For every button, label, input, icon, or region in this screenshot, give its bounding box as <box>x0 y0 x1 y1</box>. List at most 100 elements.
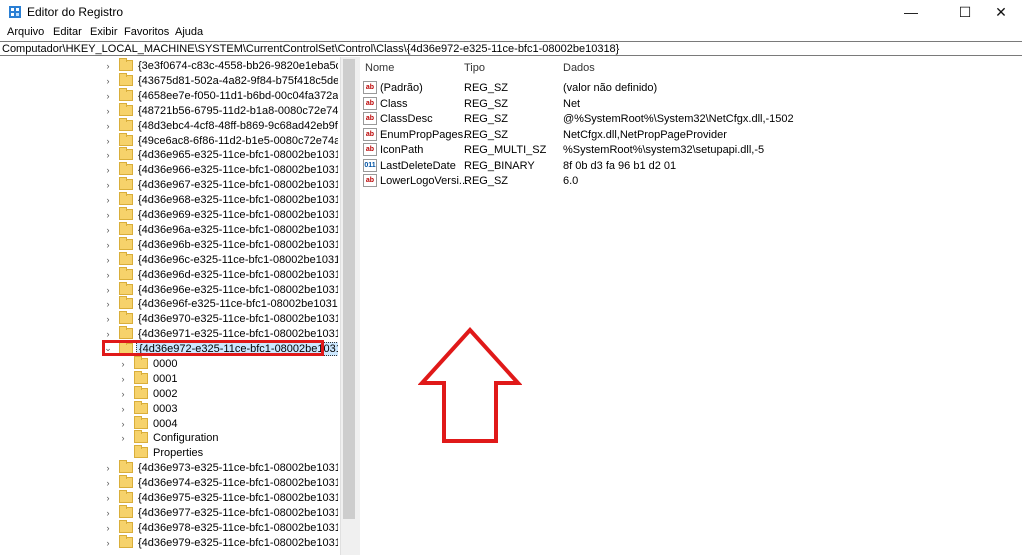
value-name[interactable]: ab LowerLogoVersi... <box>363 173 468 188</box>
tree-item-subkey[interactable]: › 0000 <box>118 356 179 371</box>
tree-item-key[interactable]: › {4d36e977-e325-11ce-bfc1-08002be10318} <box>103 505 338 520</box>
folder-icon <box>119 73 133 86</box>
expand-chevron-icon[interactable]: › <box>118 389 128 399</box>
menu-exibir[interactable]: Exibir <box>90 26 118 38</box>
tree-item-key[interactable]: › {4d36e966-e325-11ce-bfc1-08002be10318} <box>103 162 338 177</box>
expand-chevron-icon[interactable]: › <box>103 210 113 220</box>
tree-item-key[interactable]: › {4d36e975-e325-11ce-bfc1-08002be10318} <box>103 490 338 505</box>
expand-chevron-icon[interactable]: › <box>103 180 113 190</box>
minimize-button[interactable]: — <box>888 0 934 24</box>
value-name[interactable]: ab IconPath <box>363 142 423 157</box>
tree-item-key[interactable]: › {48d3ebc4-4cf8-48ff-b869-9c68ad42eb9f} <box>103 118 338 133</box>
value-name[interactable]: 011 LastDeleteDate <box>363 158 456 173</box>
value-data[interactable]: 6.0 <box>563 173 578 188</box>
column-header-type[interactable]: Tipo <box>464 62 485 74</box>
tree-item-subkey[interactable]: › 0001 <box>118 371 179 386</box>
expand-chevron-icon[interactable]: › <box>103 106 113 116</box>
tree-item-subkey[interactable]: › Configuration <box>118 430 220 445</box>
value-data[interactable]: NetCfgx.dll,NetPropPageProvider <box>563 127 727 142</box>
tree-item-key[interactable]: › {49ce6ac8-6f86-11d2-b1e5-0080c72e74a2} <box>103 133 338 148</box>
tree-scrollbar[interactable] <box>340 57 358 555</box>
value-name[interactable]: ab EnumPropPages... <box>363 127 472 142</box>
tree-item-key[interactable]: › {4d36e96e-e325-11ce-bfc1-08002be10318} <box>103 282 338 297</box>
value-type[interactable]: REG_SZ <box>464 173 508 188</box>
expand-chevron-icon[interactable]: › <box>103 136 113 146</box>
tree-item-key[interactable]: › {48721b56-6795-11d2-b1a8-0080c72e74a2} <box>103 103 338 118</box>
tree-item-key[interactable]: › {4d36e973-e325-11ce-bfc1-08002be10318} <box>103 460 338 475</box>
tree-item-key[interactable]: › {4d36e971-e325-11ce-bfc1-08002be10318} <box>103 326 338 341</box>
expand-chevron-icon[interactable]: › <box>103 255 113 265</box>
expand-chevron-icon[interactable]: › <box>103 121 113 131</box>
expand-chevron-icon[interactable]: › <box>103 285 113 295</box>
value-data[interactable]: %SystemRoot%\system32\setupapi.dll,-5 <box>563 142 764 157</box>
tree-item-key[interactable]: › {43675d81-502a-4a82-9f84-b75f418c5dea} <box>103 73 338 88</box>
value-type[interactable]: REG_MULTI_SZ <box>464 142 546 157</box>
tree-item-key[interactable]: › {4d36e967-e325-11ce-bfc1-08002be10318} <box>103 177 338 192</box>
expand-chevron-icon[interactable]: › <box>103 478 113 488</box>
expand-chevron-icon[interactable]: › <box>103 76 113 86</box>
expand-chevron-icon[interactable]: › <box>103 314 113 324</box>
tree-item-key[interactable]: › {4d36e968-e325-11ce-bfc1-08002be10318} <box>103 192 338 207</box>
expand-chevron-icon[interactable]: › <box>103 61 113 71</box>
expand-chevron-icon[interactable]: › <box>103 523 113 533</box>
expand-chevron-icon[interactable]: › <box>103 463 113 473</box>
expand-chevron-icon[interactable]: › <box>103 538 113 548</box>
tree-scrollbar-thumb[interactable] <box>343 59 355 519</box>
tree-item-key[interactable]: › {4d36e970-e325-11ce-bfc1-08002be10318} <box>103 311 338 326</box>
expand-chevron-icon[interactable]: › <box>103 195 113 205</box>
value-type[interactable]: REG_SZ <box>464 111 508 126</box>
expand-chevron-icon[interactable]: › <box>103 329 113 339</box>
value-name[interactable]: ab Class <box>363 96 408 111</box>
value-type[interactable]: REG_SZ <box>464 96 508 111</box>
tree-item-key[interactable]: › {4d36e965-e325-11ce-bfc1-08002be10318} <box>103 147 338 162</box>
tree-item-subkey[interactable]: › 0002 <box>118 386 179 401</box>
value-data[interactable]: @%SystemRoot%\System32\NetCfgx.dll,-1502 <box>563 111 794 126</box>
folder-icon <box>134 416 148 429</box>
expand-chevron-icon[interactable]: › <box>118 419 128 429</box>
expand-chevron-icon[interactable]: › <box>103 150 113 160</box>
menu-editar[interactable]: Editar <box>53 26 82 38</box>
expand-chevron-icon[interactable]: › <box>103 299 113 309</box>
tree-item-key[interactable]: › {4d36e96b-e325-11ce-bfc1-08002be10318} <box>103 237 338 252</box>
expand-chevron-icon[interactable]: › <box>118 404 128 414</box>
value-type[interactable]: REG_BINARY <box>464 158 535 173</box>
tree-item-key[interactable]: › {4d36e96f-e325-11ce-bfc1-08002be10318} <box>103 296 338 311</box>
value-data[interactable]: Net <box>563 96 580 111</box>
column-header-data[interactable]: Dados <box>563 62 595 74</box>
tree-item-key[interactable]: › {4d36e974-e325-11ce-bfc1-08002be10318} <box>103 475 338 490</box>
menu-ajuda[interactable]: Ajuda <box>175 26 203 38</box>
expand-chevron-icon[interactable]: › <box>103 91 113 101</box>
expand-chevron-icon[interactable]: › <box>103 270 113 280</box>
menu-favoritos[interactable]: Favoritos <box>124 26 169 38</box>
tree-item-key[interactable]: › {4658ee7e-f050-11d1-b6bd-00c04fa372a7} <box>103 88 338 103</box>
expand-chevron-icon[interactable]: › <box>118 433 128 443</box>
value-type[interactable]: REG_SZ <box>464 127 508 142</box>
menu-arquivo[interactable]: Arquivo <box>7 26 44 38</box>
tree-item-subkey[interactable]: › 0003 <box>118 401 179 416</box>
tree-item-subkey[interactable]: › 0004 <box>118 416 179 431</box>
tree-item-key[interactable]: › {4d36e969-e325-11ce-bfc1-08002be10318} <box>103 207 338 222</box>
tree-item-key[interactable]: › {3e3f0674-c83c-4558-bb26-9820e1eba5c5} <box>103 58 338 73</box>
value-name[interactable]: ab ClassDesc <box>363 111 433 126</box>
address-bar[interactable]: Computador\HKEY_LOCAL_MACHINE\SYSTEM\Cur… <box>0 41 1022 56</box>
tree-item-key[interactable]: › {4d36e96a-e325-11ce-bfc1-08002be10318} <box>103 222 338 237</box>
close-button[interactable]: ✕ <box>978 0 1024 24</box>
value-type[interactable]: REG_SZ <box>464 80 508 95</box>
expand-chevron-icon[interactable]: › <box>103 165 113 175</box>
column-header-name[interactable]: Nome <box>365 62 394 74</box>
expand-chevron-icon[interactable]: › <box>103 240 113 250</box>
expand-chevron-icon[interactable]: › <box>103 508 113 518</box>
registry-tree[interactable]: › {3e3f0674-c83c-4558-bb26-9820e1eba5c5} ›… <box>0 57 338 555</box>
expand-chevron-icon[interactable]: › <box>103 225 113 235</box>
tree-item-key[interactable]: › {4d36e96d-e325-11ce-bfc1-08002be10318} <box>103 267 338 282</box>
expand-chevron-icon[interactable]: › <box>118 374 128 384</box>
expand-chevron-icon[interactable]: › <box>103 493 113 503</box>
value-data[interactable]: 8f 0b d3 fa 96 b1 d2 01 <box>563 158 676 173</box>
tree-item-key[interactable]: › {4d36e96c-e325-11ce-bfc1-08002be10318} <box>103 252 338 267</box>
value-name[interactable]: ab (Padrão) <box>363 80 423 95</box>
tree-item-key[interactable]: › {4d36e979-e325-11ce-bfc1-08002be10318} <box>103 535 338 550</box>
tree-item-key[interactable]: › {4d36e978-e325-11ce-bfc1-08002be10318} <box>103 520 338 535</box>
value-data[interactable]: (valor não definido) <box>563 80 657 95</box>
tree-item-subkey[interactable]: Properties <box>118 445 205 460</box>
expand-chevron-icon[interactable]: › <box>118 359 128 369</box>
